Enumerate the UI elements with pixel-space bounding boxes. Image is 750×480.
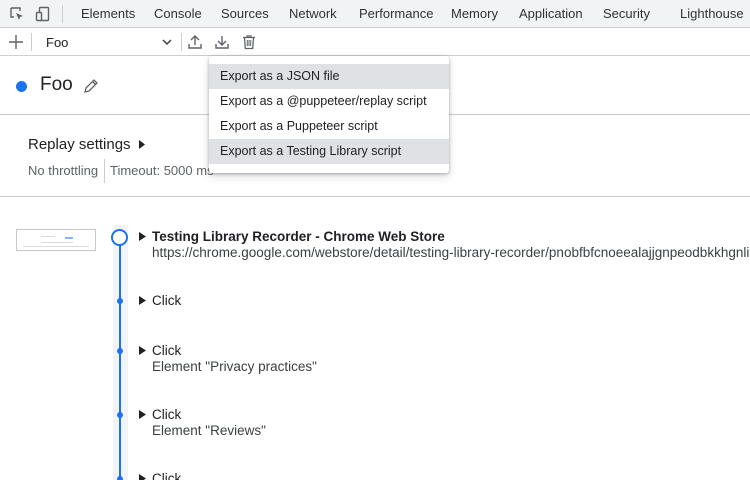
replay-settings-title[interactable]: Replay settings: [28, 136, 131, 153]
step-title[interactable]: Testing Library Recorder - Chrome Web St…: [152, 229, 445, 244]
step-title[interactable]: Click: [152, 471, 181, 480]
step-expand-caret-icon[interactable]: [139, 296, 146, 305]
toolbar-separator: [181, 33, 182, 51]
step-subtitle: Element "Privacy practices": [152, 359, 317, 374]
timeout-setting[interactable]: Timeout: 5000 ms: [110, 163, 214, 178]
upload-icon[interactable]: [186, 33, 204, 51]
step-title[interactable]: Click: [152, 343, 181, 358]
step-title[interactable]: Click: [152, 293, 181, 308]
download-icon[interactable]: [213, 33, 231, 51]
tab-memory[interactable]: Memory: [451, 0, 498, 28]
export-puppeteer-replay-option[interactable]: Export as a @puppeteer/replay script: [209, 89, 449, 114]
step-expand-caret-icon[interactable]: [139, 474, 146, 480]
tab-console[interactable]: Console: [154, 0, 202, 28]
step-expand-caret-icon[interactable]: [139, 346, 146, 355]
timeline-start-node: [111, 229, 128, 246]
timeline-step-dot: [117, 412, 123, 418]
timeline-step-dot: [117, 298, 123, 304]
tab-lighthouse[interactable]: Lighthouse: [680, 0, 744, 28]
timeline-step-dot: [117, 476, 123, 480]
tab-bar-separator: [62, 5, 63, 23]
tab-security[interactable]: Security: [603, 0, 650, 28]
tab-network[interactable]: Network: [289, 0, 337, 28]
step-subtitle: Element "Reviews": [152, 423, 266, 438]
device-toolbar-icon[interactable]: [34, 5, 52, 23]
edit-pencil-icon[interactable]: [82, 77, 100, 95]
plus-icon[interactable]: [7, 33, 25, 51]
toolbar-separator: [31, 33, 32, 51]
expand-caret-icon[interactable]: [137, 139, 147, 150]
tab-elements[interactable]: Elements: [81, 0, 135, 28]
export-testing-library-option[interactable]: Export as a Testing Library script: [209, 139, 449, 164]
inspect-element-icon[interactable]: [8, 5, 26, 23]
timeline-step-dot: [117, 348, 123, 354]
devtools-tab-bar: Elements Console Sources Network Perform…: [0, 0, 750, 28]
recording-select-value: Foo: [46, 35, 69, 50]
trash-icon[interactable]: [240, 33, 258, 51]
tab-performance[interactable]: Performance: [359, 0, 433, 28]
tab-application[interactable]: Application: [519, 0, 583, 28]
step-screenshot-thumbnail[interactable]: [16, 229, 96, 251]
recording-title: Foo: [40, 74, 73, 95]
settings-separator: [104, 159, 105, 183]
tab-sources[interactable]: Sources: [221, 0, 269, 28]
chevron-down-icon: [162, 39, 172, 46]
step-title[interactable]: Click: [152, 407, 181, 422]
recorder-toolbar: Foo: [0, 28, 750, 56]
timeline-line: [119, 245, 121, 480]
throttling-setting[interactable]: No throttling: [28, 163, 98, 178]
step-expand-caret-icon[interactable]: [139, 232, 146, 241]
export-puppeteer-option[interactable]: Export as a Puppeteer script: [209, 114, 449, 139]
export-json-option[interactable]: Export as a JSON file: [209, 64, 449, 89]
section-divider: [0, 196, 750, 197]
step-subtitle: https://chrome.google.com/webstore/detai…: [152, 245, 750, 260]
recording-status-dot: [16, 81, 27, 92]
step-expand-caret-icon[interactable]: [139, 410, 146, 419]
recording-select[interactable]: Foo: [38, 31, 178, 53]
export-menu: Export as a JSON file Export as a @puppe…: [209, 56, 449, 173]
